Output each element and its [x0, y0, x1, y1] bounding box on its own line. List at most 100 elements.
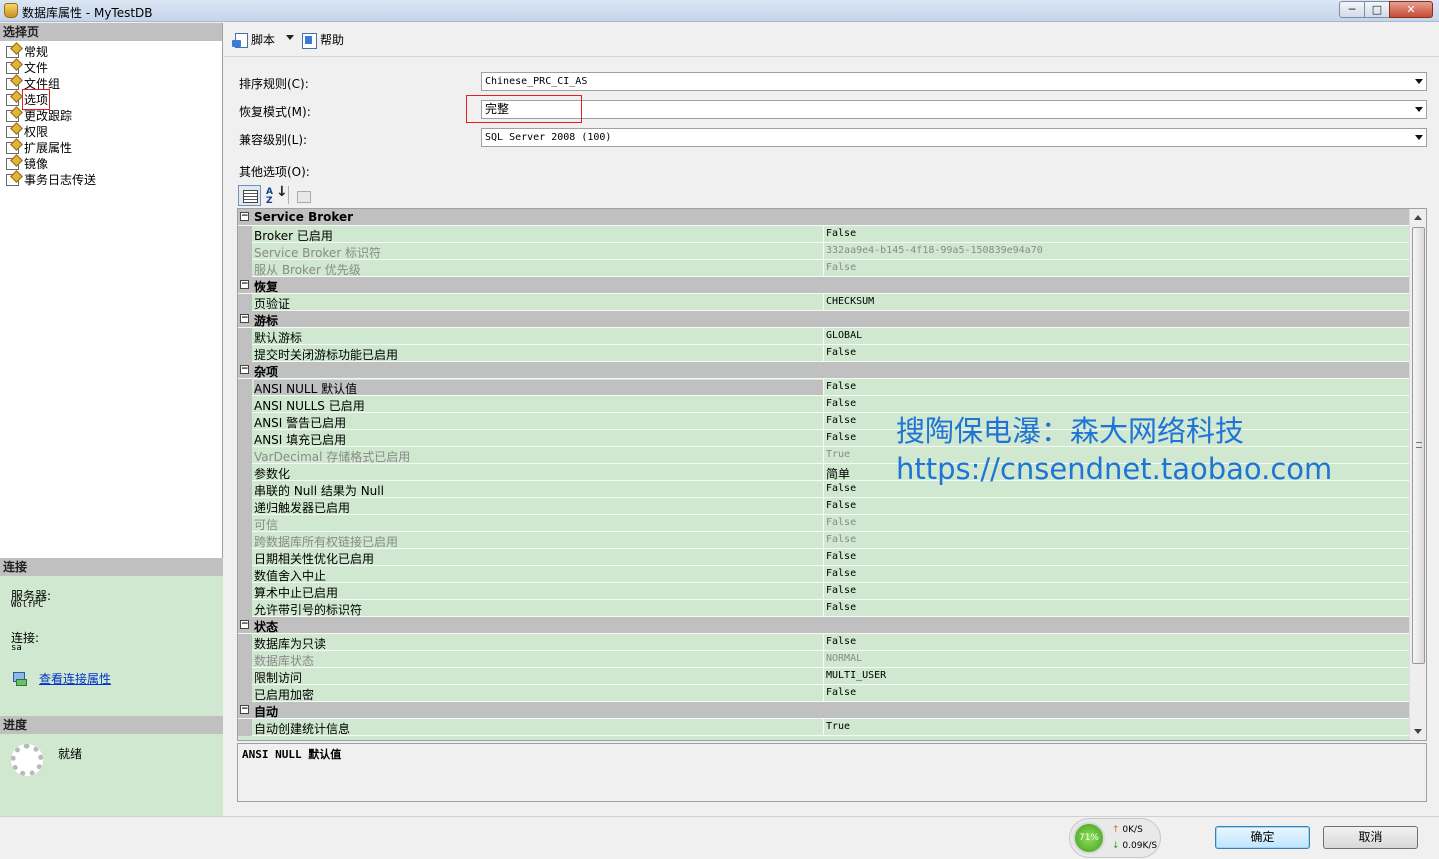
property-value[interactable]: False	[826, 534, 856, 545]
collapse-icon[interactable]: −	[240, 620, 249, 629]
property-row[interactable]: 数据库为只读 False	[238, 634, 1409, 651]
network-speed-widget[interactable]: 71% ↑ 0K/S ↓ 0.09K/S	[1069, 818, 1161, 858]
property-pages-icon[interactable]	[291, 185, 314, 206]
property-value[interactable]: False	[826, 500, 856, 511]
scroll-thumb[interactable]	[1412, 227, 1425, 664]
alphabetical-sort-icon[interactable]: AZ	[262, 185, 288, 206]
maximize-button[interactable]: □	[1364, 1, 1390, 18]
minimize-button[interactable]: ─	[1339, 1, 1365, 18]
property-value[interactable]: 简单	[826, 465, 850, 482]
property-value[interactable]: True	[826, 449, 850, 460]
column-divider	[823, 447, 824, 464]
row-margin	[238, 651, 252, 668]
property-row[interactable]: ANSI NULLS 已启用 False	[238, 396, 1409, 413]
property-value[interactable]: False	[826, 636, 856, 647]
ok-button[interactable]: 确定	[1215, 826, 1310, 849]
category-row[interactable]: − 恢复	[238, 277, 1409, 294]
nav-item-page[interactable]: 文件组	[0, 75, 222, 91]
nav-item-page[interactable]: 权限	[0, 123, 222, 139]
property-value[interactable]: False	[826, 347, 856, 358]
cancel-button[interactable]: 取消	[1323, 826, 1418, 849]
property-name: 串联的 Null 结果为 Null	[254, 484, 384, 497]
property-value[interactable]: False	[826, 568, 856, 579]
collation-select[interactable]: Chinese_PRC_CI_AS	[481, 72, 1427, 91]
property-grid-scrollbar[interactable]	[1409, 209, 1426, 740]
property-value[interactable]: False	[826, 602, 856, 613]
property-value[interactable]: False	[826, 432, 856, 443]
collapse-icon[interactable]: −	[240, 314, 249, 323]
property-value[interactable]: False	[826, 381, 856, 392]
property-row[interactable]: ANSI NULL 默认值 False	[238, 379, 1409, 396]
scroll-up-icon[interactable]	[1414, 215, 1422, 220]
grip-icon	[1416, 442, 1422, 448]
nav-item-page[interactable]: 扩展属性	[0, 139, 222, 155]
compat-level-select[interactable]: SQL Server 2008 (100)	[481, 128, 1427, 147]
property-row[interactable]: 自动创建统计信息 True	[238, 719, 1409, 736]
collapse-icon[interactable]: −	[240, 705, 249, 714]
property-row[interactable]: 允许带引号的标识符 False	[238, 600, 1409, 617]
property-row[interactable]: 服从 Broker 优先级 False	[238, 260, 1409, 277]
property-value[interactable]: NORMAL	[826, 653, 862, 664]
property-value[interactable]: MULTI_USER	[826, 670, 886, 681]
property-row[interactable]: Service Broker 标识符 332aa9e4-b145-4f18-99a…	[238, 243, 1409, 260]
property-row[interactable]: 提交时关闭游标功能已启用 False	[238, 345, 1409, 362]
property-value[interactable]: False	[826, 551, 856, 562]
property-row[interactable]: 页验证 CHECKSUM	[238, 294, 1409, 311]
row-margin	[238, 685, 252, 702]
property-value[interactable]: False	[826, 585, 856, 596]
script-dropdown-arrow-icon[interactable]	[286, 35, 294, 40]
row-margin	[238, 464, 252, 481]
property-row[interactable]: 算术中止已启用 False	[238, 583, 1409, 600]
watermark-line2: https://cnsendnet.taobao.com	[896, 452, 1333, 486]
property-row[interactable]: 默认游标 GLOBAL	[238, 328, 1409, 345]
script-button[interactable]: 脚本	[232, 31, 275, 48]
property-row[interactable]: 数值舍入中止 False	[238, 566, 1409, 583]
property-row[interactable]: 已启用加密 False	[238, 685, 1409, 702]
collapse-icon[interactable]: −	[240, 365, 249, 374]
property-value[interactable]: True	[826, 721, 850, 732]
property-value[interactable]: False	[826, 687, 856, 698]
nav-item-page[interactable]: 文件	[0, 59, 222, 75]
recovery-model-select[interactable]: 完整	[481, 100, 1427, 119]
property-value[interactable]: False	[826, 262, 856, 273]
category-row[interactable]: − 游标	[238, 311, 1409, 328]
property-value[interactable]: False	[826, 517, 856, 528]
property-row[interactable]: 可信 False	[238, 515, 1409, 532]
categorized-view-icon[interactable]	[238, 184, 261, 206]
property-row[interactable]: 跨数据库所有权链接已启用 False	[238, 532, 1409, 549]
property-value[interactable]: CHECKSUM	[826, 296, 874, 307]
progress-status: 就绪	[58, 747, 83, 761]
view-connection-properties-link[interactable]: 查看连接属性	[39, 670, 111, 687]
nav-item-page[interactable]: 更改跟踪	[0, 107, 222, 123]
property-row[interactable]: 限制访问 MULTI_USER	[238, 668, 1409, 685]
category-row[interactable]: − Service Broker	[238, 209, 1409, 226]
category-row[interactable]: − 状态	[238, 617, 1409, 634]
help-button[interactable]: 帮助	[301, 31, 344, 49]
category-row[interactable]: − 自动	[238, 702, 1409, 719]
scroll-down-icon[interactable]	[1414, 729, 1422, 734]
nav-item-page[interactable]: 常规	[0, 43, 222, 59]
property-row[interactable]: 递归触发器已启用 False	[238, 498, 1409, 515]
collapse-icon[interactable]: −	[240, 280, 249, 289]
property-row[interactable]: 数据库状态 NORMAL	[238, 651, 1409, 668]
nav-item-page[interactable]: 镜像	[0, 155, 222, 171]
property-name: VarDecimal 存储格式已启用	[254, 450, 411, 463]
category-name: 恢复	[254, 280, 279, 294]
nav-item-page[interactable]: 选项	[0, 88, 222, 110]
close-button[interactable]: ✕	[1389, 1, 1433, 18]
property-value[interactable]: GLOBAL	[826, 330, 862, 341]
property-row[interactable]: Broker 已启用 False	[238, 226, 1409, 243]
property-value[interactable]: 332aa9e4-b145-4f18-99a5-150839e94a70	[826, 245, 1043, 256]
row-margin	[238, 583, 252, 600]
property-name: 日期相关性优化已启用	[254, 552, 375, 565]
property-name: 跨数据库所有权链接已启用	[254, 535, 399, 548]
nav-item-page[interactable]: 事务日志传送	[0, 171, 222, 187]
collapse-icon[interactable]: −	[240, 212, 249, 221]
property-value[interactable]: False	[826, 228, 856, 239]
property-row[interactable]: 日期相关性优化已启用 False	[238, 549, 1409, 566]
category-row[interactable]: − 杂项	[238, 362, 1409, 379]
property-value[interactable]: False	[826, 483, 856, 494]
property-value[interactable]: False	[826, 415, 856, 426]
title-bar: 数据库属性 - MyTestDB ─ □ ✕	[0, 0, 1439, 22]
property-value[interactable]: False	[826, 398, 856, 409]
